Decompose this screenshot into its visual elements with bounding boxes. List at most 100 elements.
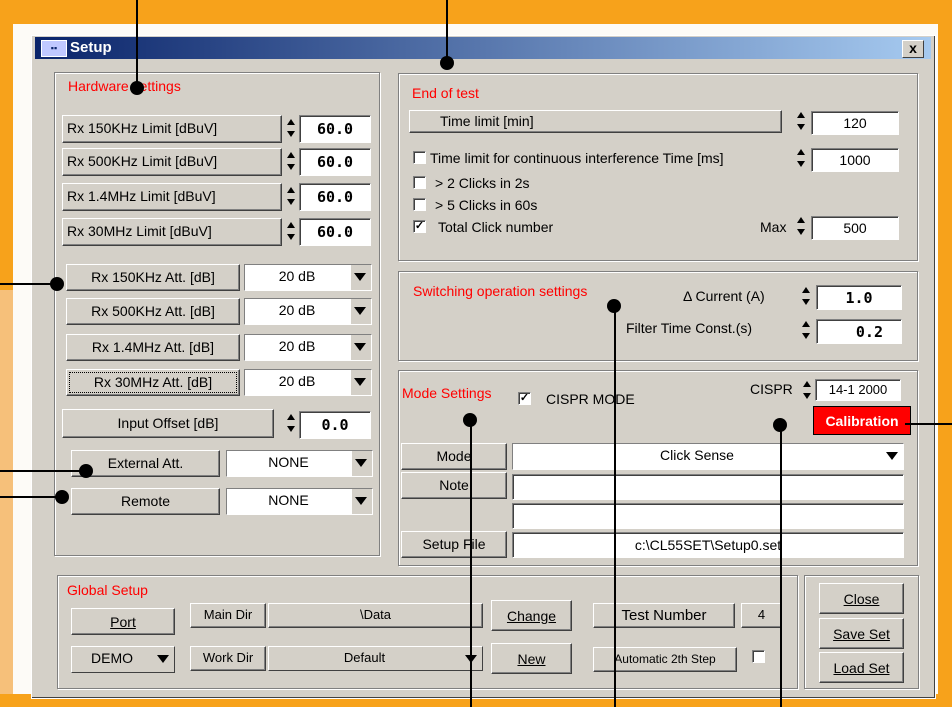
limit-30mhz-value[interactable]: 60.0 <box>299 218 371 246</box>
current-label: Δ Current (A) <box>683 288 765 304</box>
max-value[interactable]: 500 <box>811 216 899 240</box>
chevron-down-icon[interactable] <box>352 489 372 514</box>
limit-150khz-label: Rx 150KHz Limit [dBuV] <box>62 115 282 143</box>
limit-30mhz-spinner[interactable] <box>285 221 297 243</box>
time-limit-spinner[interactable] <box>795 111 807 133</box>
time-limit-value[interactable]: 120 <box>811 111 899 135</box>
chevron-down-icon[interactable] <box>883 444 903 469</box>
pointer-line <box>136 0 138 88</box>
limit-1.4mhz-value[interactable]: 60.0 <box>299 183 371 211</box>
close-icon[interactable]: x <box>902 40 924 58</box>
filter-value[interactable]: 0.2 <box>816 319 902 344</box>
limit-1.4mhz-spinner[interactable] <box>285 186 297 208</box>
cispr-label: CISPR <box>750 381 793 397</box>
note-field-2[interactable] <box>512 503 904 529</box>
chevron-down-icon[interactable] <box>351 299 371 324</box>
new-button[interactable]: New <box>491 643 572 674</box>
main-dir-value[interactable]: \Data <box>268 603 483 628</box>
input-offset-spinner[interactable] <box>285 413 297 435</box>
current-spinner[interactable] <box>800 286 812 308</box>
pointer-dot <box>55 490 69 504</box>
load-set-button[interactable]: Load Set <box>819 652 904 683</box>
note-field[interactable] <box>512 474 904 500</box>
cispr-mode-label: CISPR MODE <box>546 391 635 407</box>
close-button[interactable]: Close <box>819 583 904 614</box>
att-1.4mhz-label: Rx 1.4MHz Att. [dB] <box>66 334 240 361</box>
limit-150khz-spinner[interactable] <box>285 118 297 140</box>
change-button[interactable]: Change <box>491 600 572 631</box>
work-dir-label: Work Dir <box>190 646 266 671</box>
pointer-dot <box>79 464 93 478</box>
work-dir-select[interactable]: Default <box>268 646 483 671</box>
note-button[interactable]: Note <box>401 472 507 499</box>
main-dir-label: Main Dir <box>190 603 266 628</box>
clicks-2s-checkbox[interactable] <box>413 176 426 189</box>
port-select[interactable]: DEMO <box>71 646 175 673</box>
calibration-button[interactable]: Calibration <box>813 406 911 435</box>
current-value[interactable]: 1.0 <box>816 285 902 310</box>
cispr-value[interactable]: 14-1 2000 <box>815 379 901 401</box>
chevron-down-icon[interactable] <box>351 370 371 395</box>
mode-label: Mode <box>401 443 507 470</box>
title-bar[interactable] <box>35 37 931 59</box>
pointer-line <box>780 425 782 707</box>
input-offset-label: Input Offset [dB] <box>62 409 274 438</box>
chevron-down-icon[interactable] <box>352 451 372 476</box>
att-500khz-select[interactable]: 20 dB <box>244 298 372 325</box>
cont-interf-checkbox[interactable] <box>413 151 426 164</box>
setup-file-button[interactable]: Setup File <box>401 531 507 558</box>
external-att-button[interactable]: External Att. <box>71 450 220 477</box>
app-icon: ▪▪ <box>41 40 67 57</box>
save-set-button[interactable]: Save Set <box>819 618 904 649</box>
annotation-frame-top <box>0 0 952 24</box>
remote-button[interactable]: Remote <box>71 488 220 515</box>
pointer-dot <box>773 418 787 432</box>
att-150khz-label: Rx 150KHz Att. [dB] <box>66 264 240 291</box>
chevron-down-icon[interactable] <box>351 335 371 360</box>
limit-500khz-spinner[interactable] <box>285 151 297 173</box>
max-spinner[interactable] <box>795 216 807 238</box>
chevron-down-icon[interactable] <box>154 647 174 672</box>
limit-30mhz-label: Rx 30MHz Limit [dBuV] <box>62 218 282 246</box>
auto-step-checkbox[interactable] <box>752 650 765 663</box>
end-of-test-title: End of test <box>410 85 481 101</box>
hardware-settings-title: Hardware settings <box>66 78 183 94</box>
input-offset-value[interactable]: 0.0 <box>299 411 371 439</box>
limit-500khz-value[interactable]: 60.0 <box>299 148 371 176</box>
pointer-dot <box>130 81 144 95</box>
cispr-mode-checkbox[interactable]: ✓ <box>518 392 531 405</box>
window-title: Setup <box>70 39 112 56</box>
att-1.4mhz-select[interactable]: 20 dB <box>244 334 372 361</box>
pointer-dot <box>463 413 477 427</box>
chevron-down-icon[interactable] <box>351 265 371 290</box>
pointer-line <box>0 283 56 285</box>
mode-select[interactable]: Click Sense <box>512 443 904 470</box>
pointer-line <box>446 0 448 62</box>
total-click-checkbox[interactable]: ✓ <box>413 220 426 233</box>
time-limit-label: Time limit [min] <box>409 110 782 133</box>
port-button[interactable]: Port <box>71 608 175 635</box>
limit-150khz-value[interactable]: 60.0 <box>299 115 371 143</box>
filter-spinner[interactable] <box>800 320 812 342</box>
external-att-select[interactable]: NONE <box>226 450 373 477</box>
cont-interf-spinner[interactable] <box>795 148 807 170</box>
annotation-frame-left-pale <box>0 290 13 707</box>
remote-select[interactable]: NONE <box>226 488 373 515</box>
cispr-spinner[interactable] <box>801 380 813 402</box>
chevron-down-icon[interactable] <box>462 647 482 670</box>
att-30mhz-label: Rx 30MHz Att. [dB] <box>66 369 240 396</box>
max-label: Max <box>760 219 787 235</box>
clicks-60s-checkbox[interactable] <box>413 198 426 211</box>
total-click-label: Total Click number <box>438 219 554 235</box>
limit-500khz-label: Rx 500KHz Limit [dBuV] <box>62 148 282 176</box>
switching-title: Switching operation settings <box>411 283 590 299</box>
att-150khz-select[interactable]: 20 dB <box>244 264 372 291</box>
cont-interf-value[interactable]: 1000 <box>811 148 899 172</box>
clicks-2s-label: > 2 Clicks in 2s <box>435 175 530 191</box>
att-500khz-label: Rx 500KHz Att. [dB] <box>66 298 240 325</box>
filter-label: Filter Time Const.(s) <box>626 320 753 336</box>
att-30mhz-select[interactable]: 20 dB <box>244 369 372 396</box>
cont-interf-label: Time limit for continuous interference T… <box>430 150 724 166</box>
limit-1.4mhz-label: Rx 1.4MHz Limit [dBuV] <box>62 183 282 211</box>
setup-file-field[interactable]: c:\CL55SET\Setup0.set <box>512 532 904 558</box>
